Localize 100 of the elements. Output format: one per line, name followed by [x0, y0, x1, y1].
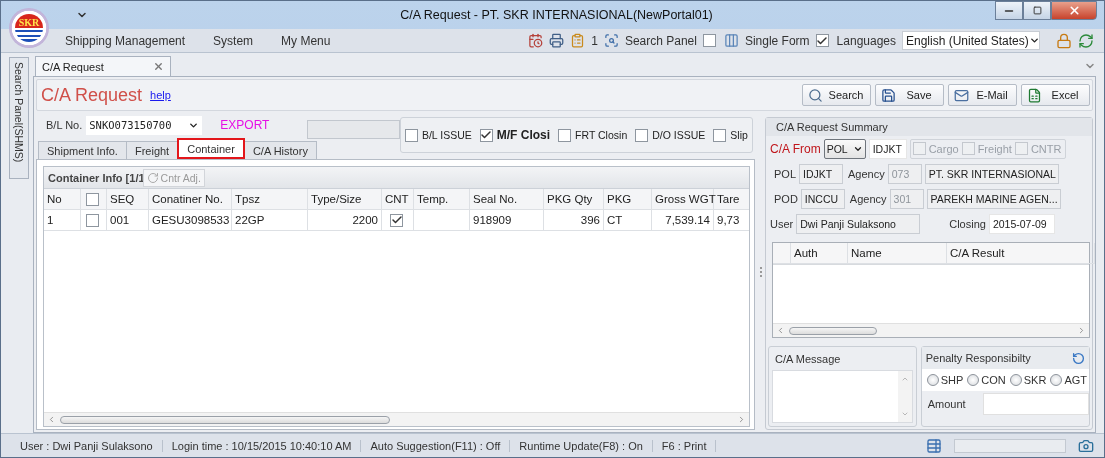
- penalty-title: Penalty Responsibilty: [925, 352, 1031, 364]
- table-cell: 918909: [473, 214, 512, 226]
- envelope-icon: [954, 87, 969, 103]
- document-tab[interactable]: C/A Request: [35, 56, 171, 76]
- table-cell: 2200: [352, 214, 378, 226]
- scroll-thumb[interactable]: [60, 415, 390, 424]
- printer-icon[interactable]: [549, 33, 565, 48]
- message-field[interactable]: [772, 370, 913, 423]
- close-icon[interactable]: [153, 61, 164, 72]
- agency-name-field[interactable]: PT. SKR INTERNASIONAL: [924, 163, 1059, 184]
- checkbox[interactable]: [713, 128, 727, 142]
- flag-label: B/L ISSUE: [421, 129, 472, 141]
- radio-button[interactable]: [1050, 374, 1063, 386]
- agency-label: Agency: [849, 192, 887, 205]
- tab[interactable]: Freight: [125, 141, 179, 159]
- table-cell: 396: [580, 214, 600, 226]
- reset-icon[interactable]: [1072, 351, 1085, 365]
- refresh-icon[interactable]: [1078, 32, 1094, 49]
- action-button[interactable]: Excel: [1021, 84, 1090, 106]
- bl-label: B/L No.: [46, 119, 83, 131]
- tab[interactable]: Container: [177, 138, 245, 159]
- port-field[interactable]: IDJKT: [868, 138, 907, 159]
- status-text: User : Dwi Panji Sulaksono: [11, 439, 163, 452]
- option-label: Cargo: [928, 142, 959, 155]
- horizontal-scrollbar[interactable]: [44, 412, 749, 426]
- calendar-icon[interactable]: [528, 33, 544, 48]
- radio-label: SKR: [1023, 374, 1047, 386]
- table-icon[interactable]: [926, 437, 942, 454]
- table-cell: 001: [110, 214, 130, 226]
- closing-date-field[interactable]: 2015-07-09: [988, 213, 1055, 234]
- table-cell: 1: [47, 214, 54, 226]
- spreadsheet-icon: [1027, 87, 1042, 103]
- checkbox[interactable]: [702, 34, 716, 47]
- checkbox[interactable]: [815, 34, 829, 47]
- column-header[interactable]: Name: [848, 243, 947, 264]
- flag-label: Slip: [730, 129, 748, 141]
- help-link[interactable]: help: [150, 89, 171, 101]
- radio-label: CON: [981, 374, 1006, 386]
- flag-label: M/F Closi: [496, 128, 551, 142]
- checkbox[interactable]: [635, 128, 649, 142]
- language-dropdown[interactable]: English (United States): [902, 31, 1040, 50]
- agency-label: Agency: [848, 167, 885, 180]
- column-header[interactable]: Auth: [791, 243, 848, 264]
- checkbox[interactable]: [961, 142, 975, 155]
- radio-button[interactable]: [926, 374, 939, 386]
- search-panel-label: Search Panel: [624, 33, 697, 48]
- checkbox[interactable]: [390, 213, 403, 227]
- camera-icon[interactable]: [1078, 437, 1094, 454]
- logo[interactable]: SKR: [9, 8, 49, 48]
- radio-button[interactable]: [967, 374, 980, 386]
- side-panel-tab[interactable]: Search Panel(SHMS): [9, 57, 29, 179]
- checkbox[interactable]: [1014, 142, 1028, 155]
- menu-item[interactable]: System: [205, 33, 274, 48]
- option-label: CNTR: [1030, 142, 1062, 155]
- horizontal-scrollbar[interactable]: [773, 323, 1089, 337]
- vertical-scrollbar[interactable]: [897, 371, 912, 422]
- action-button[interactable]: Save: [875, 84, 944, 106]
- radio-button[interactable]: [1009, 374, 1022, 386]
- closing-label: Closing: [949, 217, 986, 230]
- from-label: C/A From: [770, 141, 821, 156]
- checkbox[interactable]: [479, 128, 493, 142]
- checkbox[interactable]: [912, 142, 926, 155]
- blank-field[interactable]: [306, 120, 400, 139]
- table-cell: CT: [607, 214, 623, 226]
- clipboard-icon[interactable]: [570, 33, 586, 48]
- scroll-thumb[interactable]: [789, 326, 877, 335]
- user-field[interactable]: Dwi Panji Sulaksono: [796, 213, 921, 234]
- columns-icon: [723, 33, 739, 48]
- tab[interactable]: Shipment Info.: [38, 141, 127, 159]
- agency-name-field[interactable]: PAREKH MARINE AGEN...: [926, 188, 1061, 209]
- close-button[interactable]: [1051, 1, 1097, 20]
- port-code-field[interactable]: INCCU: [800, 188, 845, 209]
- menu-item[interactable]: My Menu: [273, 33, 351, 48]
- from-dropdown[interactable]: POL: [823, 138, 866, 159]
- amount-label: Amount: [927, 398, 966, 410]
- maximize-button[interactable]: [1023, 1, 1051, 20]
- tab[interactable]: C/A History: [243, 141, 317, 159]
- checkbox[interactable]: [86, 192, 99, 206]
- checkbox[interactable]: [86, 213, 99, 227]
- menu-item[interactable]: Shipping Management: [57, 33, 206, 48]
- amount-field[interactable]: [983, 393, 1089, 415]
- maximize-icon: [1032, 6, 1042, 15]
- checkbox[interactable]: [404, 128, 418, 142]
- checkbox[interactable]: [558, 128, 572, 142]
- user-label: User: [770, 217, 794, 230]
- group-title: Container Info [1/1: [48, 171, 145, 184]
- port-code-field[interactable]: IDJKT: [799, 163, 843, 184]
- check-icon: [390, 214, 403, 226]
- table-cell: 9,73: [717, 214, 740, 226]
- search-icon: [808, 87, 823, 103]
- window-title: C/A Request - PT. SKR INTERNASIONAL(NewPortal01): [399, 8, 714, 22]
- action-button[interactable]: Search: [802, 84, 871, 106]
- action-button[interactable]: E-Mail: [948, 84, 1017, 106]
- column-header[interactable]: C/A Result: [947, 243, 1095, 264]
- rotate-icon: [146, 171, 159, 184]
- close-icon: [1067, 4, 1081, 17]
- page-title: C/A Request: [41, 84, 143, 106]
- bl-number-dropdown[interactable]: SNKO073150700: [86, 115, 203, 135]
- minimize-button[interactable]: [995, 1, 1023, 20]
- lock-icon[interactable]: [1056, 32, 1072, 49]
